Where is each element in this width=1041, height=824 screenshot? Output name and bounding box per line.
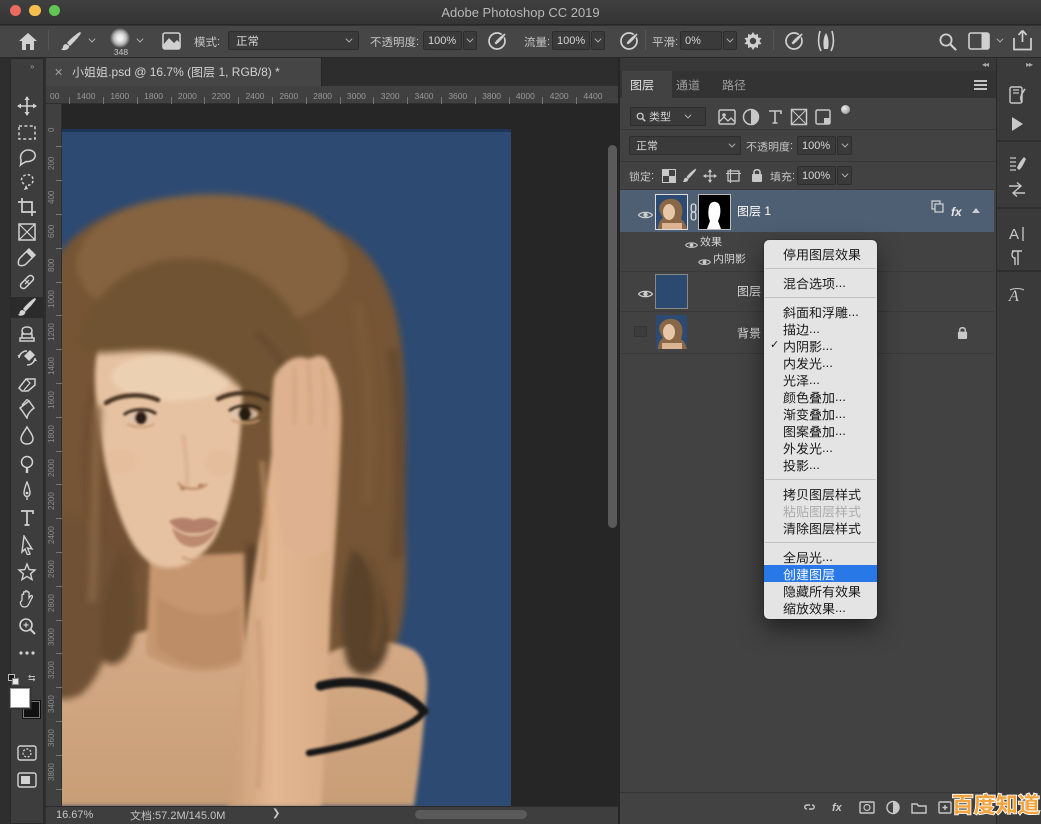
svg-text:A: A	[1008, 288, 1019, 305]
svg-text:fx: fx	[832, 802, 843, 814]
svg-text:A: A	[1009, 226, 1019, 243]
